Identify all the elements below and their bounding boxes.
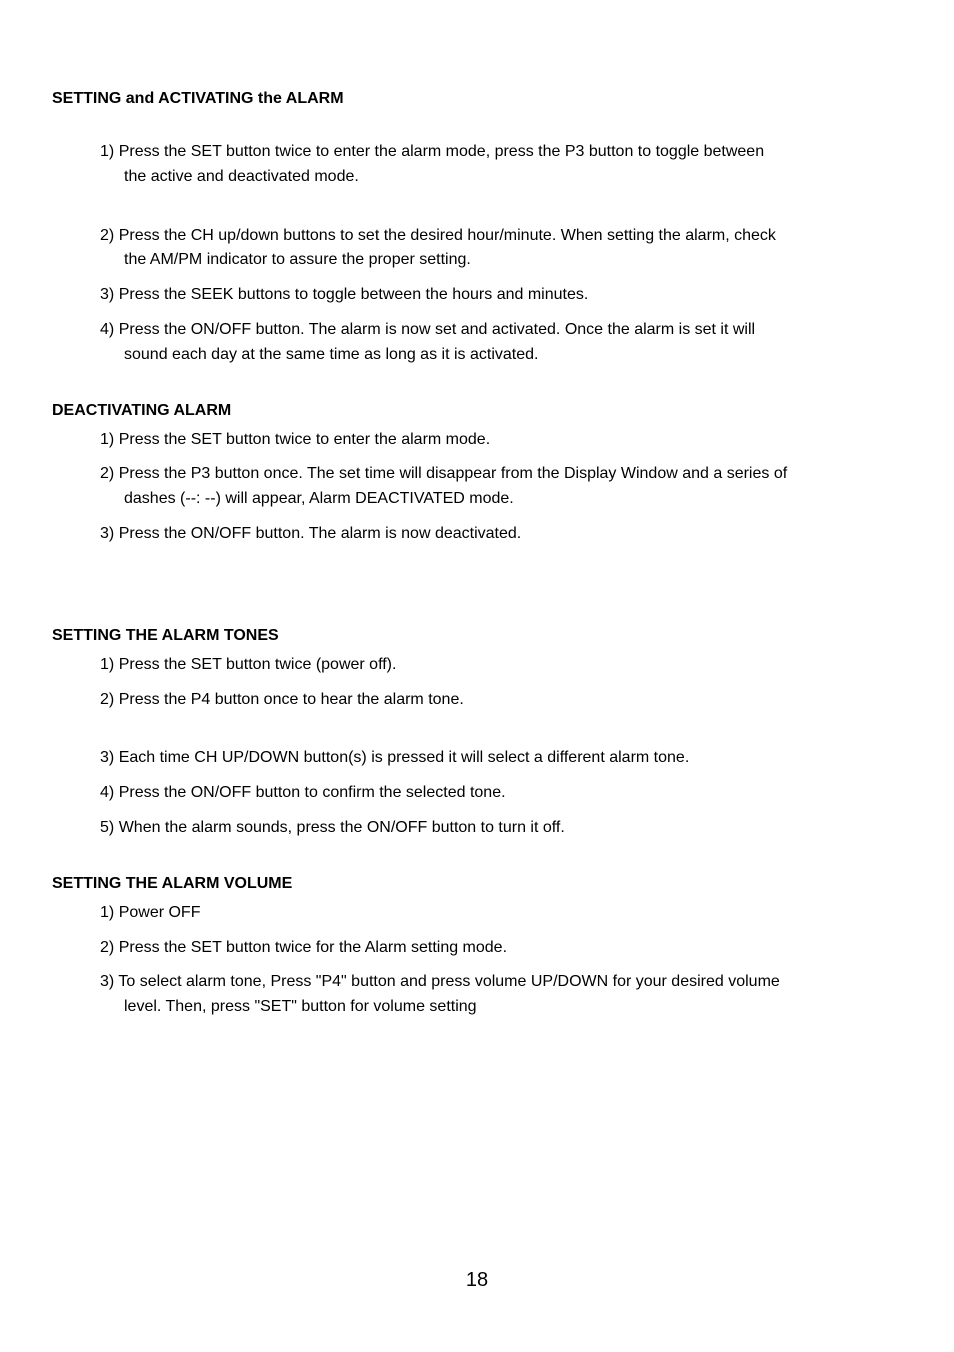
item-text: Press the P3 button once. The set time w… [119,465,787,482]
item-number: 3) [100,283,114,308]
page-number: 18 [0,1269,954,1292]
item-text: Press the ON/OFF button to confirm the s… [119,784,506,801]
item-number: 2) [100,224,114,249]
item-number: 2) [100,936,114,961]
item-continuation: the active and deactivated mode. [100,165,902,190]
list-item: 2) Press the SET button twice for the Al… [100,936,902,961]
item-text: Press the SET button twice for the Alarm… [119,939,507,956]
item-text: Each time CH UP/DOWN button(s) is presse… [119,749,690,766]
item-number: 3) [100,522,114,547]
item-continuation: dashes (--: --) will appear, Alarm DEACT… [100,487,902,512]
item-number: 5) [100,816,114,841]
item-number: 1) [100,140,114,165]
list-section4: 1) Power OFF 2) Press the SET button twi… [52,901,902,1020]
item-text: Press the SET button twice to enter the … [119,431,490,448]
list-item: 3) Press the SEEK buttons to toggle betw… [100,283,902,308]
item-number: 4) [100,318,114,343]
list-item: 5) When the alarm sounds, press the ON/O… [100,816,902,841]
item-number: 2) [100,462,114,487]
list-item: 4) Press the ON/OFF button to confirm th… [100,781,902,806]
item-continuation: the AM/PM indicator to assure the proper… [100,248,902,273]
item-text: Press the ON/OFF button. The alarm is no… [119,525,522,542]
list-item: 4) Press the ON/OFF button. The alarm is… [100,318,902,368]
list-section2: 1) Press the SET button twice to enter t… [52,428,902,547]
item-text: Press the SET button twice (power off). [119,656,397,673]
heading-alarm-tones: SETTING THE ALARM TONES [52,627,902,645]
item-number: 1) [100,428,114,453]
list-item: 1) Power OFF [100,901,902,926]
list-item: 3) Each time CH UP/DOWN button(s) is pre… [100,746,902,771]
list-item: 3) To select alarm tone, Press "P4" butt… [100,970,902,1020]
list-section3: 1) Press the SET button twice (power off… [52,653,902,841]
heading-deactivating: DEACTIVATING ALARM [52,402,902,420]
item-text: Press the SEEK buttons to toggle between… [119,286,589,303]
item-text: Press the CH up/down buttons to set the … [119,227,776,244]
list-item: 1) Press the SET button twice to enter t… [100,428,902,453]
item-continuation: level. Then, press "SET" button for volu… [100,995,902,1020]
item-text: When the alarm sounds, press the ON/OFF … [119,819,565,836]
list-item: 2) Press the P3 button once. The set tim… [100,462,902,512]
item-text: Power OFF [119,904,201,921]
list-item: 2) Press the P4 button once to hear the … [100,688,902,713]
list-item: 1) Press the SET button twice to enter t… [100,140,902,190]
list-item: 3) Press the ON/OFF button. The alarm is… [100,522,902,547]
item-text: Press the P4 button once to hear the ala… [119,691,464,708]
item-number: 1) [100,653,114,678]
heading-setting-activating: SETTING and ACTIVATING the ALARM [52,90,902,108]
item-number: 3) [100,970,114,995]
document-page: SETTING and ACTIVATING the ALARM 1) Pres… [0,0,954,1352]
item-text: Press the ON/OFF button. The alarm is no… [119,321,755,338]
item-continuation: sound each day at the same time as long … [100,343,902,368]
heading-alarm-volume: SETTING THE ALARM VOLUME [52,875,902,893]
item-number: 2) [100,688,114,713]
item-text: To select alarm tone, Press "P4" button … [118,973,779,990]
item-number: 1) [100,901,114,926]
list-item: 1) Press the SET button twice (power off… [100,653,902,678]
list-item: 2) Press the CH up/down buttons to set t… [100,224,902,274]
item-number: 4) [100,781,114,806]
item-number: 3) [100,746,114,771]
item-text: Press the SET button twice to enter the … [119,143,764,160]
list-section1: 1) Press the SET button twice to enter t… [52,140,902,368]
